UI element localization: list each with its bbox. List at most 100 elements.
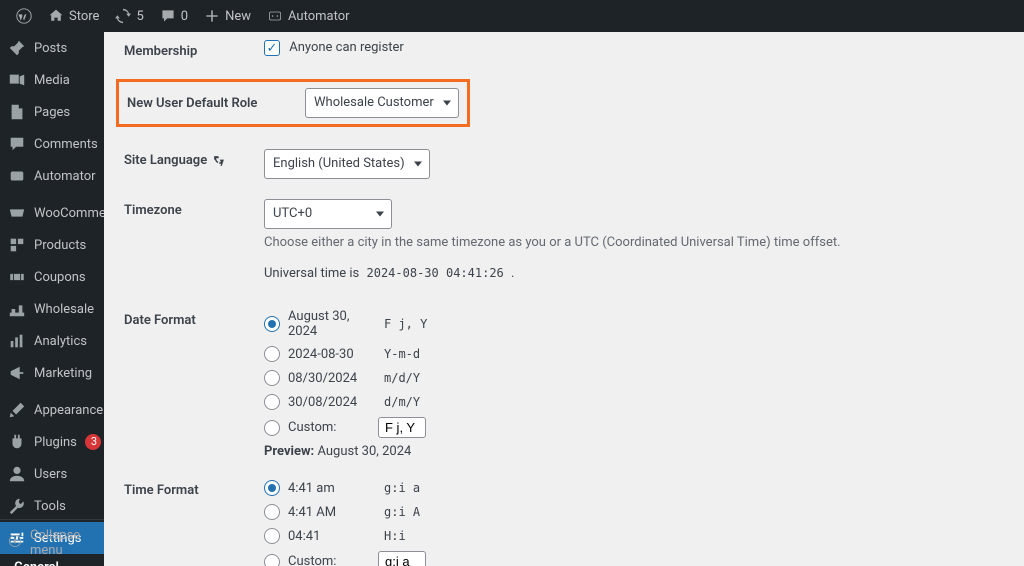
user-icon [8, 465, 26, 483]
coupon-icon [8, 268, 26, 286]
plugins-badge: 3 [85, 434, 101, 450]
site-name: Store [69, 9, 99, 24]
sidebar-label: Automator [34, 169, 96, 184]
radio[interactable] [264, 420, 280, 436]
membership-checkbox[interactable] [264, 40, 280, 56]
row-site-language: Site Language English (United States) [124, 149, 1004, 179]
pin-icon [8, 39, 26, 57]
date-option-2[interactable]: 08/30/2024m/d/Y [264, 369, 1004, 387]
sidebar-label: Products [34, 238, 86, 253]
sidebar-label: Wholesale [34, 302, 94, 317]
sidebar-item-products[interactable]: Products [0, 229, 104, 261]
sidebar-item-analytics[interactable]: Analytics [0, 325, 104, 357]
timezone-desc: Choose either a city in the same timezon… [264, 235, 1004, 250]
time-option-0[interactable]: 4:41 amg:i a [264, 479, 1004, 497]
sidebar-label: Media [34, 73, 70, 88]
label-default-role: New User Default Role [127, 96, 259, 111]
collapse-icon [8, 534, 22, 552]
date-option-custom[interactable]: Custom: [264, 417, 1004, 438]
sidebar-label: Pages [34, 105, 70, 120]
plus-icon [204, 8, 220, 24]
radio[interactable] [264, 504, 280, 520]
comments-link[interactable]: 0 [152, 0, 196, 32]
radio[interactable] [264, 370, 280, 386]
comments-count: 0 [181, 9, 188, 24]
sidebar-item-comments[interactable]: Comments [0, 128, 104, 160]
time-option-1[interactable]: 4:41 AMg:i A [264, 503, 1004, 521]
new-link[interactable]: New [196, 0, 259, 32]
radio[interactable] [264, 346, 280, 362]
row-membership: Membership Anyone can register [124, 40, 1004, 59]
date-option-0[interactable]: August 30, 2024F j, Y [264, 309, 1004, 339]
sidebar-item-tools[interactable]: Tools [0, 490, 104, 522]
row-time-format: Time Format 4:41 amg:i a 4:41 AMg:i A 04… [124, 479, 1004, 566]
time-custom-input[interactable] [378, 551, 426, 566]
sidebar-item-pages[interactable]: Pages [0, 96, 104, 128]
translate-icon [212, 154, 226, 168]
comment-icon [160, 8, 176, 24]
label-membership: Membership [124, 40, 264, 59]
sidebar-item-wholesale[interactable]: Wholesale [0, 293, 104, 325]
sidebar-label: Plugins [34, 435, 77, 450]
date-preview: Preview: August 30, 2024 [264, 444, 1004, 459]
date-option-1[interactable]: 2024-08-30Y-m-d [264, 345, 1004, 363]
row-default-role: New User Default Role Wholesale Customer [124, 79, 1004, 127]
updates-link[interactable]: 5 [107, 0, 151, 32]
label-time-format: Time Format [124, 479, 264, 498]
universal-time-code: 2024-08-30 04:41:26 [363, 264, 508, 282]
radio[interactable] [264, 528, 280, 544]
sidebar-label: Appearance [34, 403, 103, 418]
products-icon [8, 236, 26, 254]
automator-label: Automator [288, 9, 350, 24]
site-link[interactable]: Store [40, 0, 107, 32]
label-site-language: Site Language [124, 149, 264, 168]
radio[interactable] [264, 394, 280, 410]
woocommerce-icon [8, 204, 26, 222]
sidebar-label: WooCommerce [34, 206, 104, 221]
membership-checkbox-label[interactable]: Anyone can register [264, 40, 404, 55]
sidebar-label: Posts [34, 41, 67, 56]
wholesale-icon [8, 300, 26, 318]
radio[interactable] [264, 480, 280, 496]
default-role-select[interactable]: Wholesale Customer [305, 88, 459, 118]
date-custom-input[interactable] [378, 417, 426, 438]
label-date-format: Date Format [124, 309, 264, 328]
date-option-3[interactable]: 30/08/2024d/m/Y [264, 393, 1004, 411]
megaphone-icon [8, 364, 26, 382]
timezone-select[interactable]: UTC+0 [264, 199, 392, 229]
wordpress-logo[interactable] [8, 0, 40, 32]
plugin-icon [8, 433, 26, 451]
sidebar-item-automator[interactable]: Automator [0, 160, 104, 192]
site-language-select[interactable]: English (United States) [264, 149, 430, 179]
sidebar-item-plugins[interactable]: Plugins 3 [0, 426, 104, 458]
default-role-highlight: New User Default Role Wholesale Customer [116, 79, 470, 127]
time-option-2[interactable]: 04:41H:i [264, 527, 1004, 545]
timezone-universal: Universal time is 2024-08-30 04:41:26 . [264, 266, 1004, 281]
sidebar-label: Comments [34, 137, 98, 152]
membership-checkbox-text: Anyone can register [289, 40, 404, 55]
row-timezone: Timezone UTC+0 Choose either a city in t… [124, 199, 1004, 281]
wrench-icon [8, 497, 26, 515]
sidebar-label: Tools [34, 499, 66, 514]
sidebar-item-media[interactable]: Media [0, 64, 104, 96]
analytics-icon [8, 332, 26, 350]
page-icon [8, 103, 26, 121]
sidebar-item-posts[interactable]: Posts [0, 32, 104, 64]
robot-icon [8, 167, 26, 185]
sidebar-item-coupons[interactable]: Coupons [0, 261, 104, 293]
sidebar-item-appearance[interactable]: Appearance [0, 394, 104, 426]
collapse-menu[interactable]: Collapse menu [0, 519, 104, 566]
label-timezone: Timezone [124, 199, 264, 218]
automator-link[interactable]: Automator [259, 0, 358, 32]
new-label: New [225, 9, 251, 24]
sidebar-label: Users [34, 467, 67, 482]
row-date-format: Date Format August 30, 2024F j, Y 2024-0… [124, 309, 1004, 459]
collapse-label: Collapse menu [30, 528, 96, 558]
radio[interactable] [264, 554, 280, 566]
sidebar-item-users[interactable]: Users [0, 458, 104, 490]
radio[interactable] [264, 316, 280, 332]
sidebar-item-woocommerce[interactable]: WooCommerce [0, 197, 104, 229]
sidebar-item-marketing[interactable]: Marketing [0, 357, 104, 389]
home-icon [48, 8, 64, 24]
time-option-custom[interactable]: Custom: [264, 551, 1004, 566]
